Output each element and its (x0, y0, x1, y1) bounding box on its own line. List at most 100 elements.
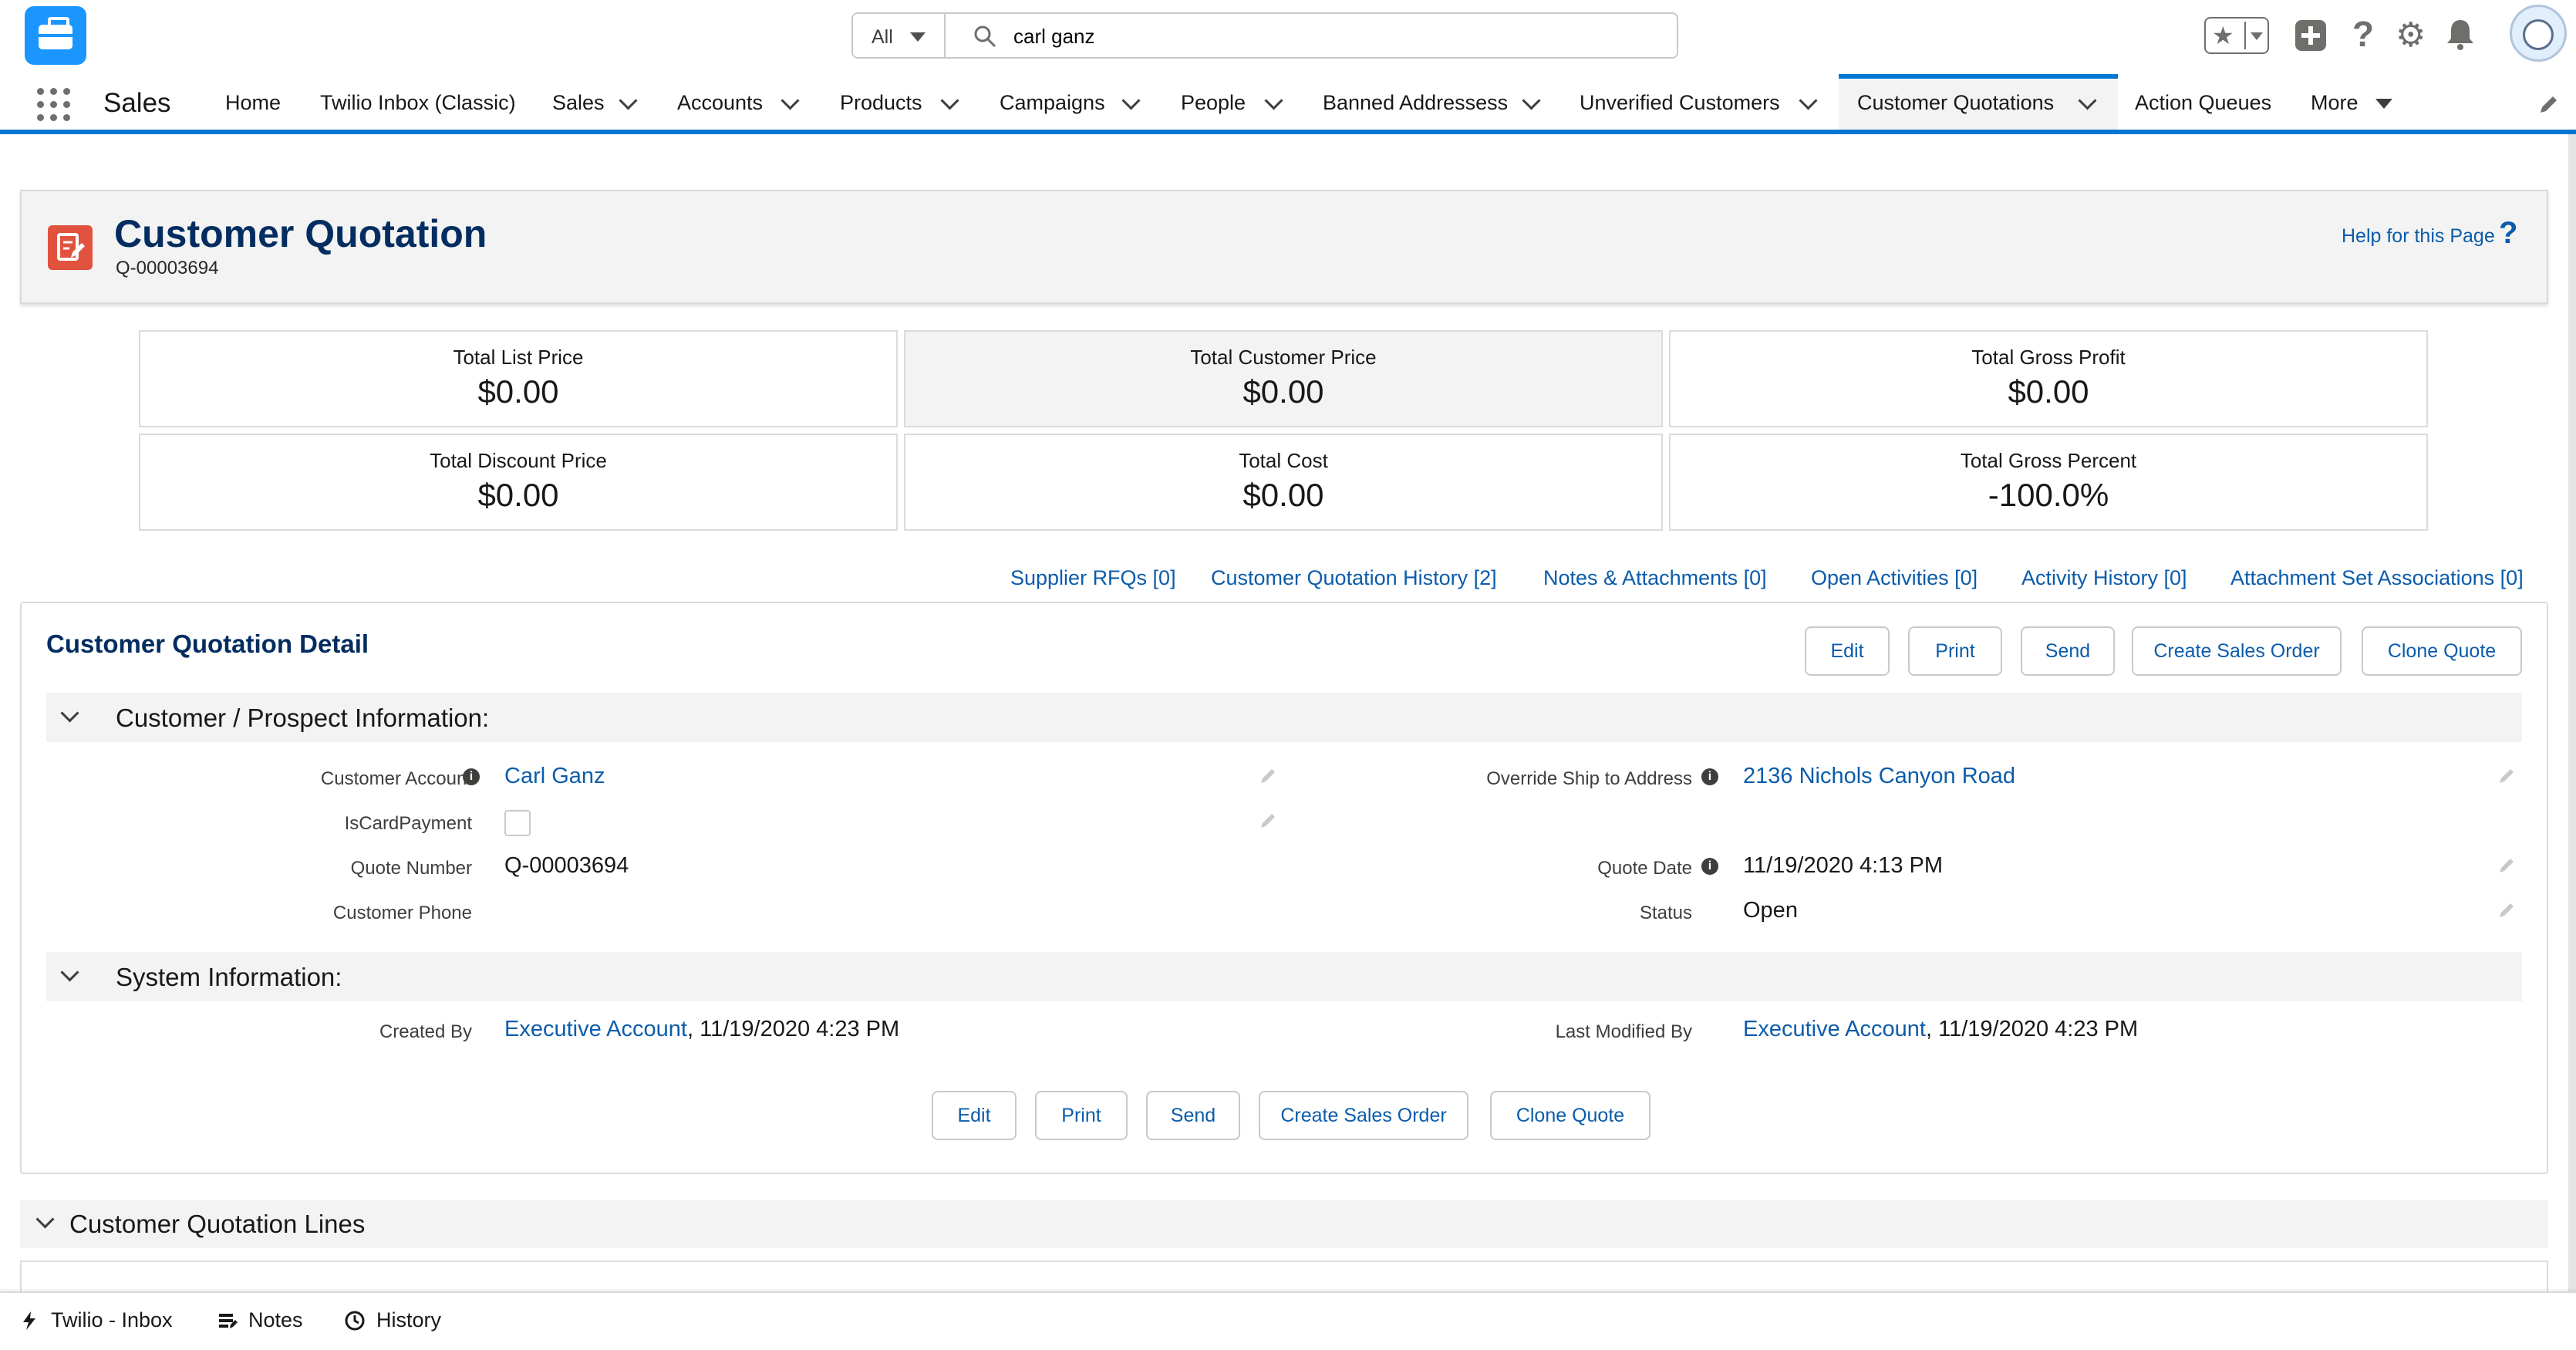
chevron-down-icon[interactable] (1522, 91, 1541, 110)
chevron-down-icon[interactable] (619, 91, 638, 110)
nav-tab-products[interactable]: Products (840, 74, 963, 130)
related-link-notes-attachments[interactable]: Notes & Attachments [0] (1543, 566, 1767, 590)
help-icon[interactable]: ? (2499, 216, 2517, 251)
help-for-page-link[interactable]: Help for this Page (2342, 225, 2495, 248)
nav-tab-campaigns[interactable]: Campaigns (1000, 74, 1146, 130)
quotation-record-icon (48, 225, 93, 270)
chevron-down-icon[interactable] (60, 963, 79, 982)
chevron-down-icon[interactable] (940, 91, 959, 110)
print-button-bottom[interactable]: Print (1035, 1091, 1128, 1140)
related-link-quotation-history[interactable]: Customer Quotation History [2] (1211, 566, 1497, 590)
related-link-activity-history[interactable]: Activity History [0] (2021, 566, 2187, 590)
edit-pencil-icon[interactable] (1259, 765, 1279, 785)
chevron-down-icon[interactable] (1799, 91, 1818, 110)
edit-button-bottom[interactable]: Edit (932, 1091, 1017, 1140)
nav-more-menu[interactable]: More (2311, 74, 2403, 130)
clock-icon (345, 1311, 365, 1331)
edit-nav-pencil-icon[interactable] (2537, 93, 2561, 116)
create-sales-order-button[interactable]: Create Sales Order (2132, 626, 2342, 676)
is-card-payment-checkbox[interactable] (504, 810, 531, 836)
info-icon[interactable]: i (1701, 768, 1718, 785)
notification-bell-icon[interactable] (2445, 17, 2476, 51)
search-input[interactable] (1012, 22, 1632, 51)
chevron-down-icon[interactable] (781, 91, 800, 110)
app-logo[interactable] (25, 6, 86, 65)
status-label: Status (1639, 903, 1692, 923)
search-icon (974, 25, 996, 48)
customer-account-link[interactable]: Carl Ganz (504, 764, 605, 789)
nav-tab-sales[interactable]: Sales (552, 74, 645, 130)
created-by-label: Created By (379, 1021, 472, 1042)
related-link-attachment-set-associations[interactable]: Attachment Set Associations [0] (2230, 566, 2524, 590)
nav-tab-banned-addressess[interactable]: Banned Addressess (1323, 74, 1546, 130)
chevron-down-icon[interactable] (2078, 91, 2097, 110)
help-icon[interactable]: ? (2352, 12, 2374, 56)
nav-tab-people[interactable]: People (1181, 74, 1289, 130)
created-by-user-link[interactable]: Executive Account (504, 1017, 687, 1041)
nav-tab-label: Sales (552, 91, 605, 114)
related-link-open-activities[interactable]: Open Activities [0] (1811, 566, 1978, 590)
metric-value: $0.00 (477, 477, 559, 513)
section-title: Customer Quotation Lines (69, 1210, 366, 1238)
related-link-supplier-rfqs[interactable]: Supplier RFQs [0] (1010, 566, 1176, 590)
nav-tab-customer-quotations[interactable]: Customer Quotations (1839, 74, 2118, 130)
section-title: Customer / Prospect Information: (116, 704, 490, 732)
chevron-down-icon (910, 32, 926, 42)
nav-tab-twilio-inbox[interactable]: Twilio Inbox (Classic) (320, 74, 536, 130)
lightning-icon (23, 1311, 35, 1330)
print-button[interactable]: Print (1908, 626, 2002, 676)
nav-tab-label: Banned Addressess (1323, 91, 1509, 114)
nav-tab-accounts[interactable]: Accounts (677, 74, 808, 130)
metric-value: -100.0% (1988, 477, 2109, 513)
send-button[interactable]: Send (2021, 626, 2115, 676)
nav-tab-unverified-customers[interactable]: Unverified Customers (1580, 74, 1826, 130)
utility-item-history[interactable]: History (341, 1293, 457, 1350)
send-button-bottom[interactable]: Send (1146, 1091, 1240, 1140)
nav-tab-action-queues[interactable]: Action Queues (2135, 74, 2289, 130)
app-nav-bar: Sales Home Twilio Inbox (Classic) Sales … (0, 74, 2576, 134)
section-customer-prospect-info[interactable]: Customer / Prospect Information: (46, 693, 2522, 742)
chevron-down-icon[interactable] (1121, 91, 1141, 110)
last-modified-user-link[interactable]: Executive Account (1743, 1017, 1926, 1041)
section-system-info[interactable]: System Information: (46, 952, 2522, 1001)
edit-pencil-icon[interactable] (2497, 765, 2517, 785)
edit-pencil-icon[interactable] (2497, 855, 2517, 875)
metric-total-discount-price: Total Discount Price $0.00 (139, 434, 898, 531)
info-icon[interactable]: i (1701, 858, 1718, 875)
override-ship-label: Override Ship to Address (1486, 768, 1692, 789)
edit-button[interactable]: Edit (1805, 626, 1890, 676)
clone-quote-button[interactable]: Clone Quote (2362, 626, 2522, 676)
nav-tab-home[interactable]: Home (225, 74, 310, 130)
chevron-down-icon[interactable] (35, 1210, 55, 1229)
edit-pencil-icon[interactable] (1259, 810, 1279, 830)
metric-label: Total Gross Percent (1960, 449, 2137, 472)
gear-icon[interactable]: ⚙ (2396, 14, 2426, 57)
star-icon: ★ (2212, 22, 2234, 49)
create-sales-order-button-bottom[interactable]: Create Sales Order (1259, 1091, 1468, 1140)
metric-total-list-price: Total List Price $0.00 (139, 330, 898, 427)
chevron-down-icon[interactable] (1264, 91, 1283, 110)
app-launcher-icon[interactable] (37, 88, 71, 122)
override-ship-link[interactable]: 2136 Nichols Canyon Road (1743, 764, 2015, 789)
favorites-button[interactable]: ★ (2204, 17, 2269, 54)
metric-total-gross-percent: Total Gross Percent -100.0% (1669, 434, 2428, 531)
info-icon[interactable]: i (463, 768, 480, 785)
quotation-detail-card: Customer Quotation Detail Edit Print Sen… (20, 602, 2548, 1174)
global-search[interactable]: All (851, 12, 1678, 59)
utility-item-notes[interactable]: Notes (213, 1293, 313, 1350)
utility-item-twilio-inbox[interactable]: Twilio - Inbox (15, 1293, 185, 1350)
edit-pencil-icon[interactable] (2497, 899, 2517, 920)
section-customer-quotation-lines[interactable]: Customer Quotation Lines (20, 1200, 2548, 1248)
quotation-lines-card (20, 1261, 2548, 1291)
user-avatar[interactable] (2510, 5, 2567, 62)
chevron-down-icon[interactable] (60, 704, 79, 723)
page-scrollbar[interactable] (2568, 134, 2576, 1291)
chevron-down-icon[interactable] (2251, 32, 2263, 40)
detail-title: Customer Quotation Detail (46, 629, 369, 658)
global-add-icon[interactable] (2295, 20, 2326, 51)
clone-quote-button-bottom[interactable]: Clone Quote (1490, 1091, 1650, 1140)
search-scope-dropdown[interactable]: All (853, 14, 946, 57)
nav-tab-label: Campaigns (1000, 91, 1105, 114)
quote-date-value: 11/19/2020 4:13 PM (1743, 853, 1944, 878)
utility-label: Notes (248, 1308, 303, 1331)
